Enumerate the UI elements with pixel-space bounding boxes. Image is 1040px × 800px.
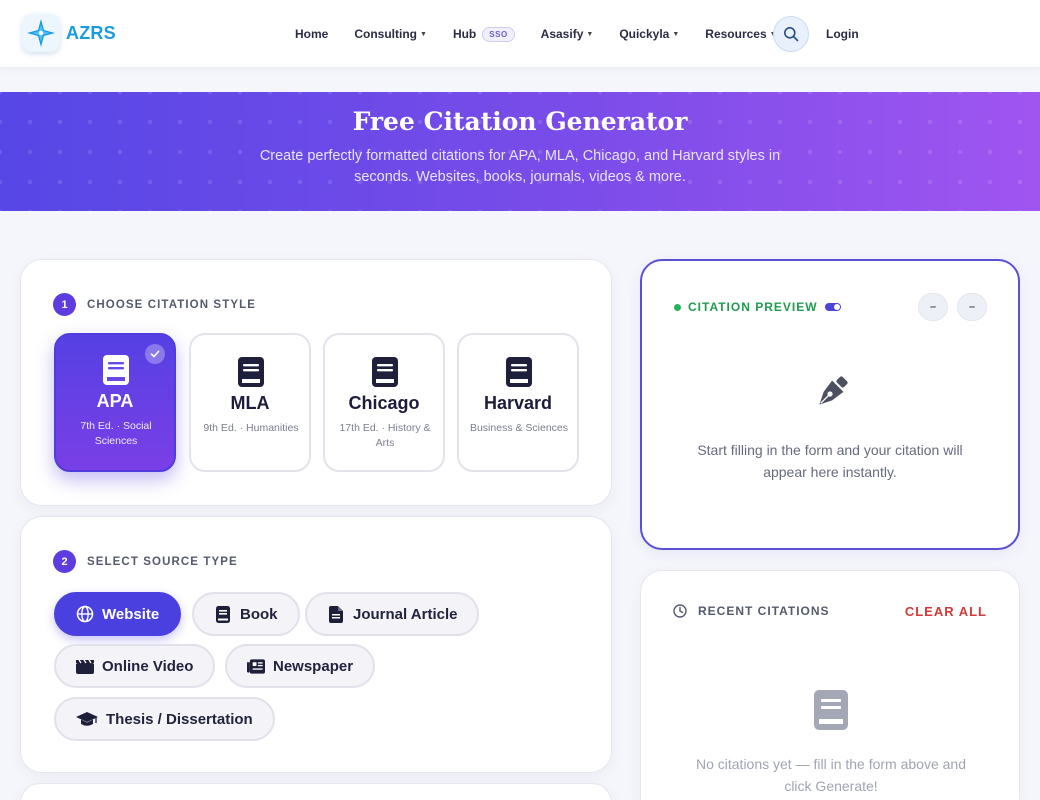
source-type-card: 2 SELECT SOURCE TYPE Website Book Journa… <box>20 516 612 773</box>
preview-action-button-2[interactable]: – <box>957 293 987 321</box>
step-label: SELECT SOURCE TYPE <box>87 555 238 568</box>
book-icon <box>372 357 398 387</box>
source-label: Journal Article <box>353 605 458 623</box>
recent-citations-card: RECENT CITATIONS CLEAR ALL No citations … <box>640 570 1020 800</box>
clapperboard-icon <box>76 657 94 675</box>
style-description: 7th Ed. · Social Sciences <box>80 420 152 447</box>
style-name: Chicago <box>348 393 420 413</box>
pen-nib-icon <box>819 376 848 405</box>
recent-header: RECENT CITATIONS <box>673 604 830 618</box>
page-title: Free Citation Generator <box>352 107 688 136</box>
nav-link-quickyla[interactable]: Quickyla ▼ <box>619 27 679 41</box>
book-icon <box>238 357 264 387</box>
source-option-thesis[interactable]: Thesis / Dissertation <box>54 697 275 741</box>
source-option-newspaper[interactable]: Newspaper <box>225 644 376 688</box>
search-button[interactable] <box>773 16 809 52</box>
source-option-journal-article[interactable]: Journal Article <box>305 592 480 636</box>
source-label: Website <box>102 605 160 623</box>
hero-banner: Free Citation Generator Create perfectly… <box>0 92 1040 211</box>
page-subtitle: Create perfectly formatted citations for… <box>259 148 781 185</box>
nav-link-label: Home <box>295 27 329 41</box>
brand-logo[interactable]: AZRS <box>22 14 116 52</box>
book-icon <box>814 690 848 730</box>
style-option-harvard[interactable]: Harvard Business & Sciences <box>457 333 579 472</box>
compass-star-icon <box>22 14 60 52</box>
preview-label: CITATION PREVIEW <box>688 300 818 314</box>
nav-link-hub[interactable]: Hub SSO <box>452 26 515 42</box>
details-card <box>20 783 612 800</box>
graduation-cap-icon <box>76 710 98 728</box>
caret-down-icon: ▼ <box>586 30 594 38</box>
search-icon <box>784 27 799 42</box>
citation-style-card: 1 CHOOSE CITATION STYLE APA 7th Ed. · So… <box>20 259 612 506</box>
nav-link-label: Quickyla <box>619 27 670 41</box>
preview-header: CITATION PREVIEW <box>674 300 841 314</box>
step-number: 2 <box>53 550 76 573</box>
style-description: Business & Sciences <box>469 422 569 434</box>
document-icon <box>327 605 345 623</box>
nav-links: Home Consulting ▼ Hub SSO Asasify ▼ Quickyl… <box>295 0 803 68</box>
recent-empty-message: No citations yet — fill in the form abov… <box>695 756 967 794</box>
source-label: Thesis / Dissertation <box>106 710 253 728</box>
style-option-apa[interactable]: APA 7th Ed. · Social Sciences <box>54 333 176 472</box>
preview-action-button-1[interactable]: – <box>918 293 948 321</box>
nav-link-label: Resources <box>705 27 767 41</box>
nav-link-asasify[interactable]: Asasify ▼ <box>541 27 594 41</box>
style-option-chicago[interactable]: Chicago 17th Ed. · History & Arts <box>323 333 445 472</box>
citation-preview-card: CITATION PREVIEW – – Start filling in th… <box>640 259 1020 550</box>
style-description: 17th Ed. · History & Arts <box>339 422 431 449</box>
nav-link-home[interactable]: Home <box>295 27 328 41</box>
source-label: Newspaper <box>273 657 354 675</box>
caret-down-icon: ▼ <box>672 30 680 38</box>
source-option-website[interactable]: Website <box>54 592 182 636</box>
source-option-book[interactable]: Book <box>192 592 300 636</box>
source-option-online-video[interactable]: Online Video <box>54 644 216 688</box>
top-navbar: AZRS Home Consulting ▼ Hub SSO Asasify ▼ Qu… <box>0 0 1040 68</box>
live-status-dot <box>674 303 681 311</box>
nav-link-label: Consulting <box>354 27 417 41</box>
step-number: 1 <box>53 293 76 316</box>
step-header: 2 SELECT SOURCE TYPE <box>53 550 238 573</box>
sso-badge: SSO <box>482 26 515 42</box>
style-name: APA <box>96 391 134 411</box>
style-option-mla[interactable]: MLA 9th Ed. · Humanities <box>189 333 311 472</box>
brand-name: AZRS <box>66 22 116 43</box>
style-description: 9th Ed. · Humanities <box>203 422 299 434</box>
caret-down-icon: ▼ <box>420 30 427 38</box>
newspaper-icon <box>247 657 265 675</box>
style-name: Harvard <box>483 393 553 413</box>
nav-link-label: Hub <box>452 27 477 41</box>
step-label: CHOOSE CITATION STYLE <box>87 298 256 311</box>
step-header: 1 CHOOSE CITATION STYLE <box>53 293 256 316</box>
globe-icon <box>76 605 94 623</box>
source-label: Book <box>240 605 278 623</box>
preview-empty-message: Start filling in the form and your citat… <box>697 442 963 480</box>
book-icon <box>214 605 232 623</box>
nav-link-resources[interactable]: Resources▼ <box>705 27 776 41</box>
style-name: MLA <box>230 393 270 413</box>
book-icon <box>506 357 532 387</box>
recent-label: RECENT CITATIONS <box>698 604 830 618</box>
login-link[interactable]: Login <box>826 27 859 41</box>
book-icon <box>103 355 129 385</box>
nav-link-label: Asasify <box>540 27 584 41</box>
clock-icon <box>673 604 687 618</box>
nav-link-consulting[interactable]: Consulting ▼ <box>354 27 427 41</box>
clear-all-button[interactable]: CLEAR ALL <box>905 604 987 619</box>
preview-toggle[interactable] <box>824 303 841 311</box>
checkmark-icon <box>145 344 165 364</box>
source-label: Online Video <box>102 657 194 675</box>
